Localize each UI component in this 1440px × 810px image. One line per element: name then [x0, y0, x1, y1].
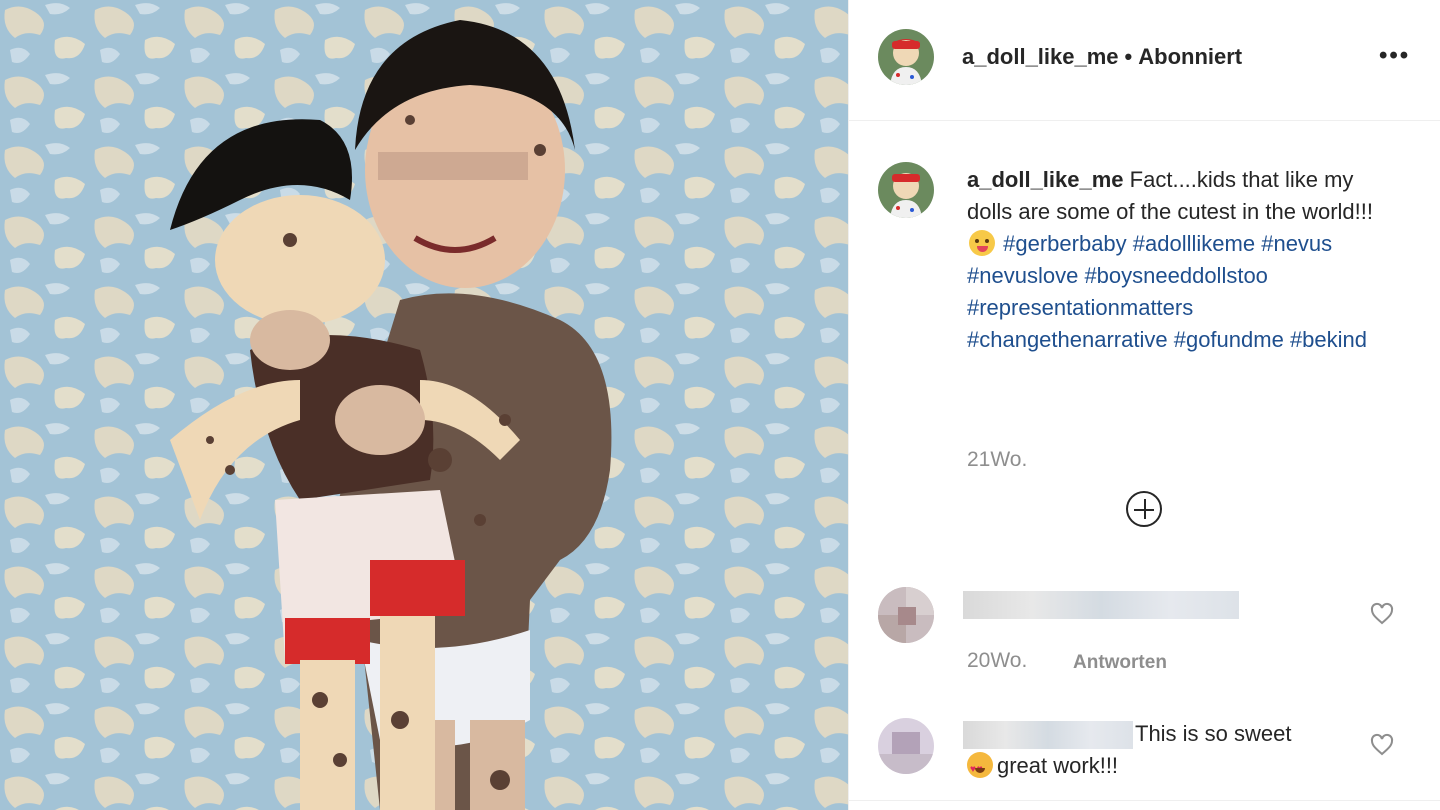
- load-more-comments-plus-icon[interactable]: [1126, 491, 1162, 527]
- comment-text: This is so sweet great work!!!: [967, 718, 1347, 786]
- author-username[interactable]: a_doll_like_me: [962, 44, 1119, 69]
- caption-timestamp[interactable]: 21Wo.: [967, 448, 1027, 472]
- winking-tongue-emoji-icon: [969, 230, 995, 256]
- hashtag-link[interactable]: #nevuslove: [967, 263, 1078, 288]
- bottom-divider: [849, 800, 1440, 801]
- hashtag-link[interactable]: #bekind: [1290, 327, 1367, 352]
- commenter-avatar[interactable]: [878, 718, 934, 774]
- commenter-avatar[interactable]: [878, 587, 934, 643]
- reply-button[interactable]: Antworten: [1073, 652, 1167, 674]
- like-comment-heart-icon[interactable]: [1370, 602, 1394, 626]
- redacted-comment-text: [963, 591, 1239, 619]
- heart-eyes-cat-emoji-icon: [967, 752, 993, 786]
- hashtag-link[interactable]: #representationmatters: [967, 295, 1193, 320]
- like-comment-heart-icon[interactable]: [1370, 733, 1394, 757]
- separator-dot: •: [1124, 44, 1133, 69]
- hashtag-link[interactable]: #gerberbaby: [1003, 231, 1127, 256]
- post-photo[interactable]: [0, 0, 848, 810]
- comment-text-part1: This is so sweet: [1135, 721, 1292, 746]
- hashtag-link[interactable]: #boysneeddollstoo: [1084, 263, 1267, 288]
- hashtag-link[interactable]: #gofundme: [1174, 327, 1284, 352]
- more-options-icon[interactable]: •••: [1379, 42, 1410, 70]
- post-header-user: a_doll_like_me • Abonniert: [962, 44, 1242, 70]
- comment-timestamp[interactable]: 20Wo.: [967, 649, 1027, 673]
- post-side-panel: a_doll_like_me • Abonniert ••• a_doll_like…: [848, 0, 1440, 810]
- hashtag-link[interactable]: #nevus: [1261, 231, 1332, 256]
- comment-text-part2: great work!!!: [997, 753, 1119, 778]
- doll-avatar-image: [878, 162, 934, 218]
- header-divider: [849, 120, 1440, 121]
- follow-status[interactable]: Abonniert: [1138, 44, 1242, 69]
- blurred-avatar-image: [878, 718, 934, 774]
- post-caption: a_doll_like_me Fact....kids that like my…: [967, 164, 1387, 356]
- doll-avatar-image: [878, 29, 934, 85]
- blurred-avatar-image: [878, 587, 934, 643]
- caption-author-avatar[interactable]: [878, 162, 934, 218]
- photo-illustration: [0, 0, 848, 810]
- hashtag-link[interactable]: #adolllikeme: [1133, 231, 1255, 256]
- author-avatar[interactable]: [878, 29, 934, 85]
- hashtag-link[interactable]: #changethenarrative: [967, 327, 1168, 352]
- caption-username[interactable]: a_doll_like_me: [967, 167, 1124, 192]
